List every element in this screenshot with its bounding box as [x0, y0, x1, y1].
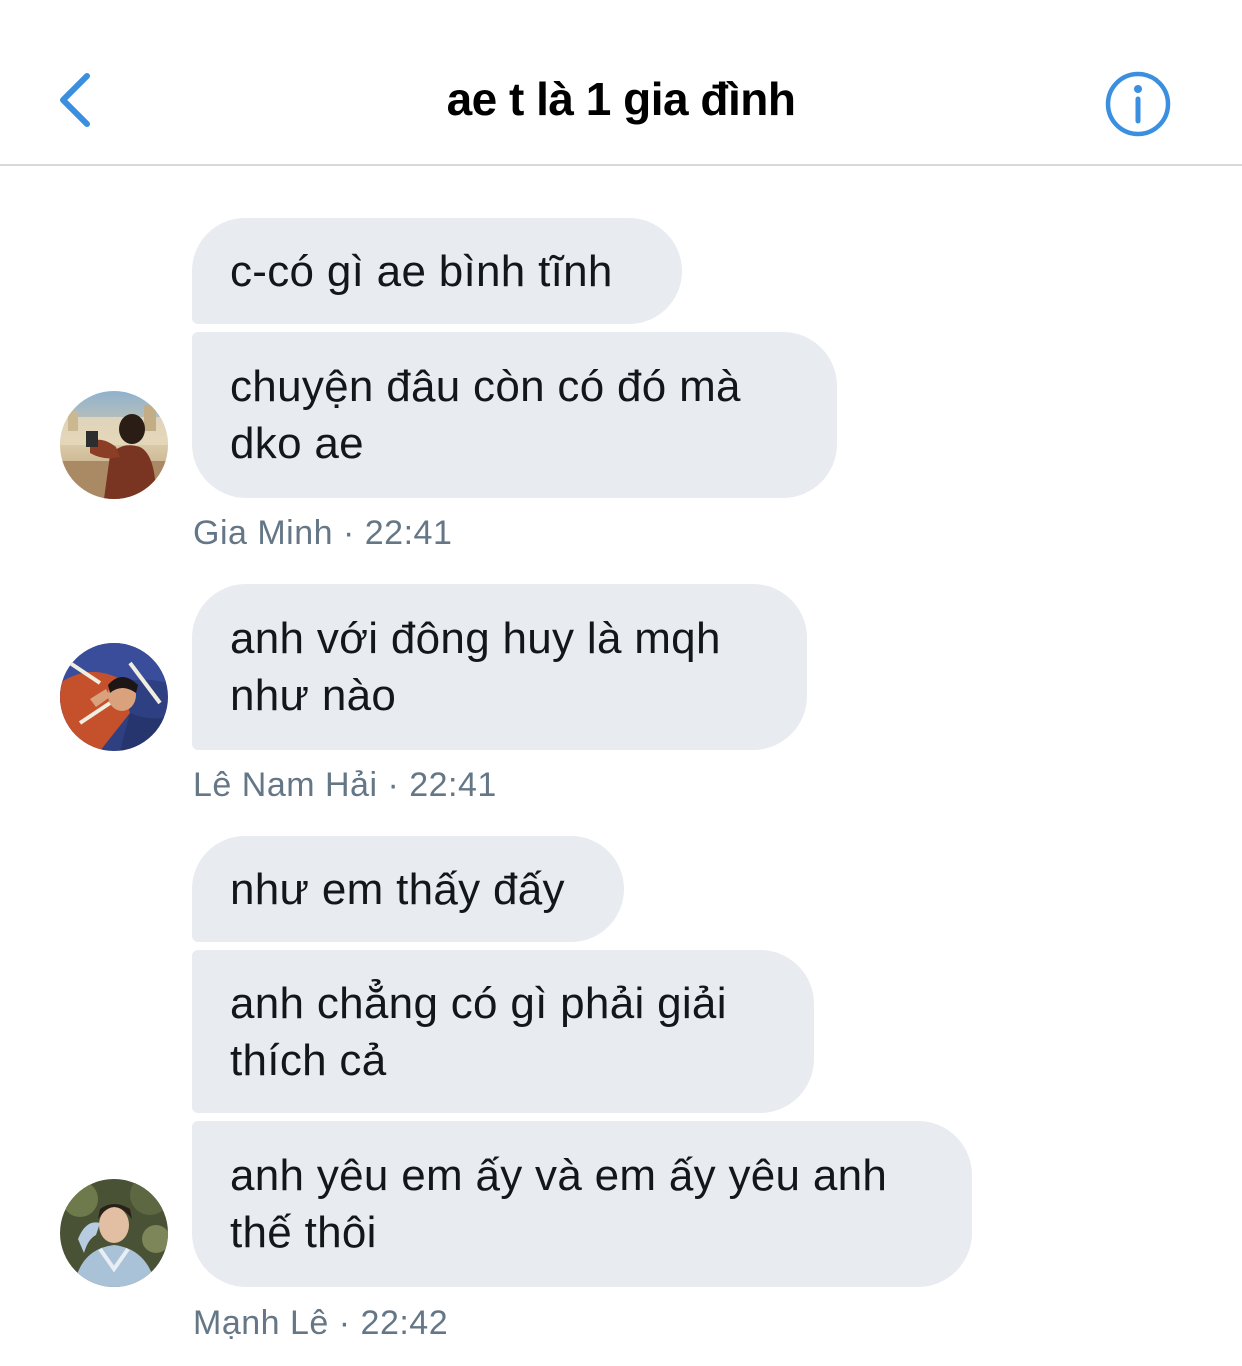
message-meta: Gia Minh · 22:41 [193, 514, 453, 552]
message-bubble[interactable]: chuyện đâu còn có đó mà dko ae [192, 332, 837, 498]
message-meta: Mạnh Lê · 22:42 [193, 1304, 449, 1342]
message-bubble[interactable]: anh với đông huy là mqh như nào [192, 584, 807, 750]
info-button[interactable] [1100, 66, 1176, 142]
avatar-le-nam-hai[interactable] [60, 643, 168, 751]
message-bubble[interactable]: anh yêu em ấy và em ấy yêu anh thế thôi [192, 1121, 972, 1287]
message-bubble[interactable]: anh chẳng có gì phải giải thích cả [192, 950, 814, 1113]
dm-conversation-screen: ae t là 1 gia đình c-có gì ae bình tĩnh … [0, 0, 1242, 1366]
message-meta: Lê Nam Hải · 22:41 [193, 766, 497, 804]
info-circle-icon [1105, 71, 1171, 137]
message-bubble[interactable]: như em thấy đấy [192, 836, 624, 942]
avatar-manh-le[interactable] [60, 1179, 168, 1287]
conversation-header: ae t là 1 gia đình [0, 0, 1242, 166]
conversation-title: ae t là 1 gia đình [446, 73, 796, 125]
avatar-photo [60, 1179, 168, 1287]
avatar-photo [60, 643, 168, 751]
avatar-photo [60, 391, 168, 499]
avatar-gia-minh[interactable] [60, 391, 168, 499]
message-bubble[interactable]: c-có gì ae bình tĩnh [192, 218, 682, 324]
